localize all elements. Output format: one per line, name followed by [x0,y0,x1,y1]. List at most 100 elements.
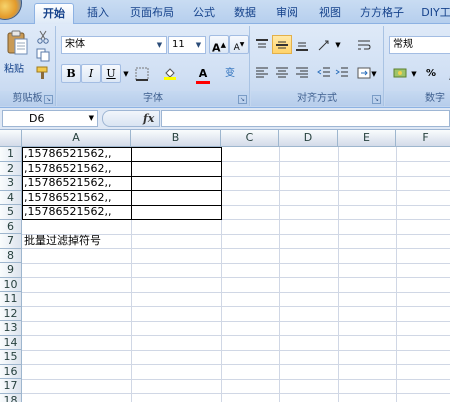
row-header[interactable]: 13 [0,321,22,336]
chevron-down-icon[interactable]: ▼ [89,111,94,126]
tab-fangfanggezi[interactable]: 方方格子 [354,3,410,24]
row-header[interactable]: 18 [0,393,22,402]
font-group-label: 字体 [57,91,249,106]
align-center-icon[interactable] [275,66,289,80]
italic-button[interactable]: I [81,64,101,83]
gridline [22,378,450,380]
font-size-combo[interactable]: 11 ▼ [168,36,206,54]
format-painter-icon[interactable] [36,66,50,80]
align-middle-button[interactable] [272,35,292,54]
row-header[interactable]: 9 [0,263,22,278]
row-header[interactable]: 14 [0,335,22,350]
grow-font-label: A [212,41,221,55]
row-header[interactable]: 2 [0,161,22,176]
tab-review[interactable]: 审阅 [268,3,306,24]
tab-page-layout[interactable]: 页面布局 [122,3,182,24]
row-header[interactable]: 4 [0,190,22,205]
chevron-down-icon[interactable]: ▼ [154,38,165,52]
row-header[interactable]: 12 [0,306,22,321]
gridline [279,147,280,402]
gridline [338,147,339,402]
clipboard-group: 粘贴 剪贴板 ↘ [0,26,56,106]
insert-function-icon[interactable]: fx [143,111,154,126]
gridline [22,364,450,365]
border-icon[interactable] [135,67,149,81]
row-header[interactable]: 17 [0,379,22,394]
row-header[interactable]: 15 [0,350,22,365]
bold-button[interactable]: B [61,64,81,83]
row-header[interactable]: 10 [0,277,22,292]
percent-style-button[interactable]: % [421,64,441,83]
font-dialog-launcher[interactable]: ↘ [238,95,247,104]
cell-a1[interactable]: ,15786521562,, [22,147,111,161]
select-all-corner[interactable] [0,130,22,147]
tab-home[interactable]: 开始 [34,3,74,24]
orientation-icon[interactable] [317,38,331,52]
column-header-a[interactable]: A [22,130,131,147]
gridline [22,335,450,336]
increase-indent-icon[interactable] [335,66,349,80]
alignment-dialog-launcher[interactable]: ↘ [372,95,381,104]
ribbon-tab-bar: 开始 插入 页面布局 公式 数据 审阅 视图 方方格子 DIY工 [0,0,450,24]
align-left-icon[interactable] [255,66,269,80]
accounting-format-icon[interactable] [393,66,407,80]
cut-icon[interactable] [36,30,50,44]
cell-a5[interactable]: ,15786521562,, [22,205,111,219]
column-header-b[interactable]: B [131,130,221,147]
number-group: 常规 ▼ % , 数字 [385,26,450,106]
chevron-down-icon[interactable]: ▼ [193,38,204,52]
name-box[interactable]: D6 ▼ [2,110,98,127]
chevron-down-icon[interactable]: ▼ [121,64,131,83]
row-header[interactable]: 11 [0,292,22,307]
tab-data[interactable]: 数据 [226,3,264,24]
column-header-e[interactable]: E [338,130,396,147]
cell-a7[interactable]: 批量过滤掉符号 [22,234,101,248]
paste-button-label[interactable]: 粘贴 [4,60,24,75]
wrap-text-icon[interactable] [357,38,371,52]
number-group-label: 数字 [385,91,450,106]
font-name-combo[interactable]: 宋体 ▼ [61,36,167,54]
paste-icon[interactable] [6,30,28,56]
cell-a2[interactable]: ,15786521562,, [22,162,111,176]
number-format-value: 常规 [393,39,413,50]
decrease-indent-icon[interactable] [317,66,331,80]
cell-a4[interactable]: ,15786521562,, [22,191,111,205]
alignment-group-label: 对齐方式 [251,91,383,106]
grow-font-button[interactable]: A▲ [209,35,229,55]
font-color-label: A [198,67,208,80]
phonetic-guide-button[interactable]: 变 [217,64,243,83]
align-top-icon[interactable] [255,38,269,52]
tab-formulas[interactable]: 公式 [186,3,222,24]
row-header[interactable]: 6 [0,219,22,234]
row-header[interactable]: 7 [0,234,22,249]
row-header[interactable]: 16 [0,364,22,379]
formula-input[interactable] [161,110,450,127]
row-header[interactable]: 1 [0,147,22,162]
copy-icon[interactable] [36,48,50,62]
column-header-d[interactable]: D [279,130,338,147]
gridline [22,262,450,264]
fill-color-icon[interactable] [163,66,177,80]
align-bottom-icon[interactable] [295,38,309,52]
row-header[interactable]: 3 [0,176,22,191]
shrink-font-button[interactable]: A▼ [229,35,249,54]
chevron-down-icon[interactable]: ▼ [369,64,379,83]
office-button[interactable] [0,0,22,20]
row-header[interactable]: 8 [0,248,22,263]
column-header-c[interactable]: C [221,130,279,147]
font-size-value: 11 [172,39,185,50]
row-header[interactable]: 5 [0,205,22,220]
tab-diy[interactable]: DIY工 [414,3,450,24]
comma-style-button[interactable]: , [441,64,450,83]
tab-view[interactable]: 视图 [310,3,350,24]
chevron-down-icon[interactable]: ▼ [409,64,419,83]
column-header-f[interactable]: F [396,130,450,147]
align-right-icon[interactable] [295,66,309,80]
clipboard-dialog-launcher[interactable]: ↘ [44,95,53,104]
chevron-down-icon[interactable]: ▼ [333,35,343,54]
cell-a3[interactable]: ,15786521562,, [22,176,111,190]
underline-button[interactable]: U [101,64,121,83]
number-format-combo[interactable]: 常规 [389,36,450,54]
tab-insert[interactable]: 插入 [78,3,118,24]
worksheet-grid[interactable]: A B C D E F 1 2 3 4 5 6 7 8 9 10 11 12 1… [0,130,450,402]
